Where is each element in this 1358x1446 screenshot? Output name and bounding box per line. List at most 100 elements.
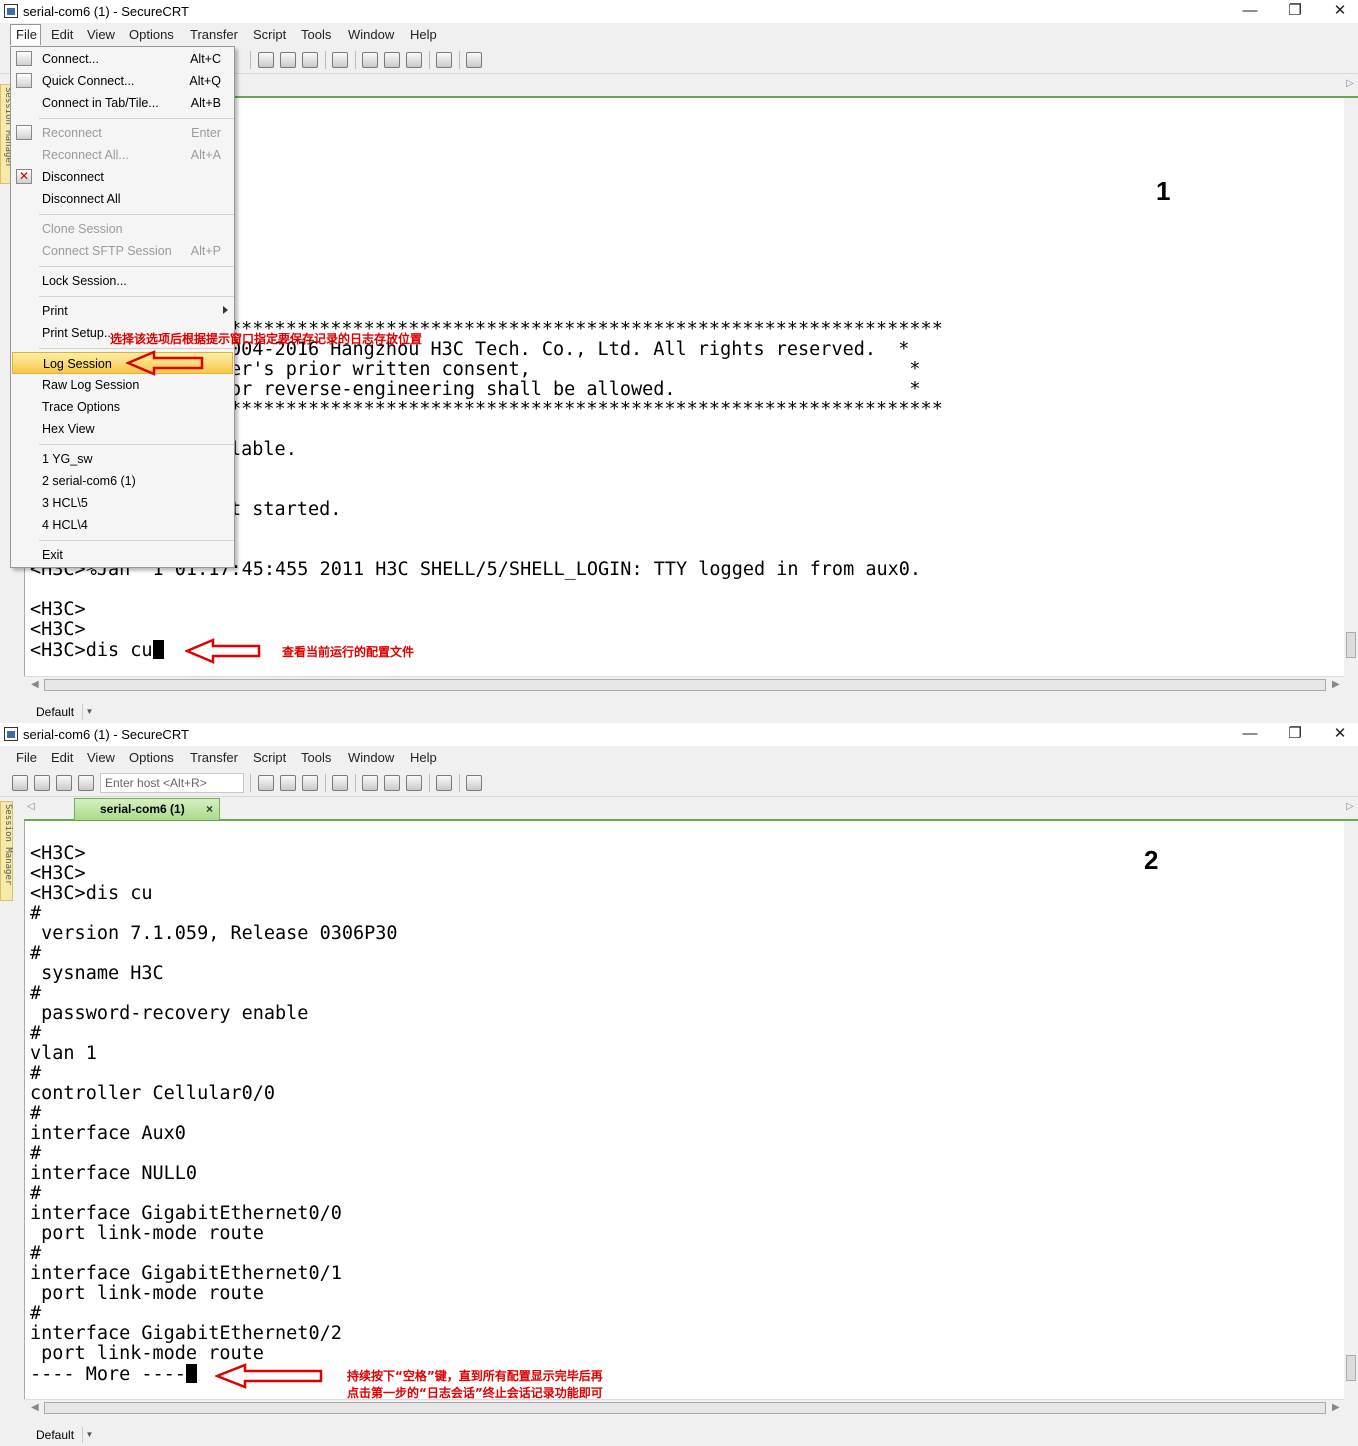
vertical-scrollbar[interactable] (1344, 98, 1358, 676)
restore-button[interactable]: ❐ (1273, 1, 1317, 21)
terminal-line: vlan 1 (30, 1043, 97, 1064)
restore-button[interactable]: ❐ (1273, 724, 1317, 744)
terminal-view[interactable]: <H3C> <H3C> <H3C>dis cu # version 7.1.05… (24, 821, 1344, 1399)
help-icon[interactable] (436, 52, 452, 68)
paste-icon[interactable] (280, 775, 296, 791)
scroll-left-icon[interactable]: ◀ (31, 679, 39, 690)
menu-script[interactable]: Script (253, 27, 286, 42)
toolbar-separator (325, 51, 326, 69)
menu-tools[interactable]: Tools (301, 750, 331, 765)
minimize-button[interactable]: — (1228, 1, 1272, 21)
tab-scroll-right-icon[interactable]: ▷ (1346, 78, 1354, 89)
tab-serial-com6[interactable]: serial-com6 (1) × (74, 798, 220, 820)
keymap-icon[interactable] (406, 775, 422, 791)
horizontal-scroll-thumb[interactable] (44, 679, 1326, 691)
menu-transfer[interactable]: Transfer (190, 27, 238, 42)
menu-view[interactable]: View (87, 750, 115, 765)
menu-item-quick-connect[interactable]: Quick Connect... Alt+Q (12, 70, 233, 92)
terminal-command: <H3C>dis cu (30, 640, 153, 661)
vertical-scroll-thumb[interactable] (1346, 632, 1356, 658)
terminal-line: # (30, 1143, 42, 1164)
tab-scroll-left-icon[interactable]: ◁ (27, 801, 35, 812)
status-dropdown-icon[interactable]: ▼ (82, 1427, 96, 1443)
menu-window[interactable]: Window (348, 27, 394, 42)
menu-item-connect[interactable]: Connect... Alt+C (12, 48, 233, 70)
menu-item-trace-options[interactable]: Trace Options (12, 396, 233, 418)
session-options-icon[interactable] (362, 52, 378, 68)
menu-item-print[interactable]: Print (12, 300, 233, 322)
terminal-line: # (30, 903, 42, 924)
menu-item-recent-3[interactable]: 3 HCL\5 (12, 492, 233, 514)
menu-item-recent-1[interactable]: 1 YG_sw (12, 448, 233, 470)
horizontal-scroll-thumb[interactable] (44, 1402, 1326, 1414)
help-icon[interactable] (436, 775, 452, 791)
connect-icon[interactable] (12, 775, 28, 791)
sftp-icon[interactable] (466, 775, 482, 791)
menu-item-connect-in-tab[interactable]: Connect in Tab/Tile... Alt+B (12, 92, 233, 114)
menu-item-exit[interactable]: Exit (12, 544, 233, 566)
scroll-right-icon[interactable]: ▶ (1332, 679, 1340, 690)
menu-item-lock-session[interactable]: Lock Session... (12, 270, 233, 292)
disconnect-icon[interactable] (78, 775, 94, 791)
tab-close-icon[interactable]: × (206, 802, 213, 816)
status-bar: Default ▼ (0, 700, 1358, 723)
menu-script[interactable]: Script (253, 750, 286, 765)
host-input[interactable]: Enter host <Alt+R> (100, 773, 244, 793)
window-title: serial-com6 (1) - SecureCRT (23, 727, 189, 742)
minimize-button[interactable]: — (1228, 724, 1272, 744)
find-icon[interactable] (302, 775, 318, 791)
menu-item-recent-2[interactable]: 2 serial-com6 (1) (12, 470, 233, 492)
paste-icon[interactable] (280, 52, 296, 68)
close-button[interactable]: ✕ (1318, 1, 1358, 21)
menu-window[interactable]: Window (348, 750, 394, 765)
menu-item-recent-4[interactable]: 4 HCL\4 (12, 514, 233, 536)
terminal-line: # (30, 1303, 42, 1324)
menu-options[interactable]: Options (129, 750, 174, 765)
status-dropdown-icon[interactable]: ▼ (82, 704, 96, 720)
session-options-icon[interactable] (362, 775, 378, 791)
global-options-icon[interactable] (384, 52, 400, 68)
terminal-line: t started. (230, 499, 342, 520)
tab-scroll-right-icon[interactable]: ▷ (1346, 801, 1354, 812)
menu-options[interactable]: Options (129, 27, 174, 42)
vertical-scroll-thumb[interactable] (1346, 1355, 1356, 1381)
toolbar-separator (429, 774, 430, 792)
sftp-icon[interactable] (466, 52, 482, 68)
tab-strip: ◁ serial-com6 (1) × ▷ (24, 797, 1358, 821)
print-icon[interactable] (332, 775, 348, 791)
scroll-right-icon[interactable]: ▶ (1332, 1402, 1340, 1413)
copy-icon[interactable] (258, 775, 274, 791)
scroll-left-icon[interactable]: ◀ (31, 1402, 39, 1413)
toolbar-separator (429, 51, 430, 69)
menu-transfer[interactable]: Transfer (190, 750, 238, 765)
quick-connect-icon[interactable] (34, 775, 50, 791)
terminal-more-prompt: ---- More ---- (30, 1364, 186, 1385)
menu-item-raw-log-session[interactable]: Raw Log Session (12, 374, 233, 396)
menu-view[interactable]: View (87, 27, 115, 42)
menu-item-disconnect[interactable]: Disconnect (12, 166, 233, 188)
vertical-scrollbar[interactable] (1344, 821, 1358, 1399)
menu-item-hex-view[interactable]: Hex View (12, 418, 233, 440)
copy-icon[interactable] (258, 52, 274, 68)
arrow-more-icon (215, 1363, 323, 1389)
menu-file[interactable]: File (16, 27, 37, 42)
menu-help[interactable]: Help (410, 750, 437, 765)
horizontal-scrollbar[interactable]: ◀ ▶ (24, 676, 1344, 692)
global-options-icon[interactable] (384, 775, 400, 791)
horizontal-scrollbar[interactable]: ◀ ▶ (24, 1399, 1344, 1415)
menu-edit[interactable]: Edit (51, 27, 73, 42)
keymap-icon[interactable] (406, 52, 422, 68)
menu-file[interactable]: File (16, 750, 37, 765)
arrow-dis-cu-icon (185, 638, 261, 664)
session-manager-panel[interactable]: Session Manager (0, 801, 13, 901)
menu-item-disconnect-all[interactable]: Disconnect All (12, 188, 233, 210)
menu-tools[interactable]: Tools (301, 27, 331, 42)
menu-edit[interactable]: Edit (51, 750, 73, 765)
annotation-log-session: 选择该选项后根据提示窗口指定要保存记录的日志存放位置 (110, 332, 423, 346)
menu-help[interactable]: Help (410, 27, 437, 42)
find-icon[interactable] (302, 52, 318, 68)
reconnect-icon[interactable] (56, 775, 72, 791)
terminal-line: # (30, 1183, 42, 1204)
print-icon[interactable] (332, 52, 348, 68)
close-button[interactable]: ✕ (1318, 724, 1358, 744)
